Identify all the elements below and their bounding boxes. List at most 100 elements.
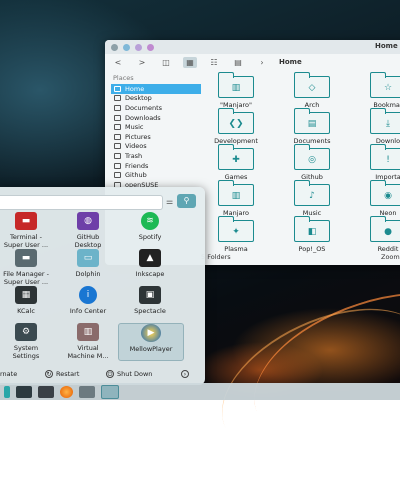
- application-launcher: ⚌ ⚲ ▬ Terminal - Super User ... ◍ GitHub De…: [0, 187, 205, 385]
- sidebar-item-pictures[interactable]: Pictures: [111, 132, 201, 142]
- app-label: MellowPlayer: [129, 345, 173, 353]
- arch-folder-icon: ◇: [293, 72, 330, 98]
- folder-item[interactable]: ❮❯ Development: [208, 108, 264, 145]
- launcher-app-item[interactable]: i Info Center: [56, 286, 120, 322]
- folder-item[interactable]: ◉ Neon: [360, 180, 400, 217]
- icon-view-button[interactable]: ▦: [183, 56, 197, 68]
- status-bar: 5 Folders Zoom:: [201, 253, 400, 263]
- window-menu-icon[interactable]: [111, 43, 118, 51]
- filter-icon[interactable]: ⚌: [166, 197, 173, 206]
- folder-item[interactable]: ⤓ Downlo: [360, 108, 400, 145]
- file-manager-toolbar: < > ◫ ▦ ☷ ▤ › Home: [105, 54, 400, 70]
- sidebar-item-desktop[interactable]: Desktop: [111, 94, 201, 104]
- sidebar-item-trash[interactable]: Trash: [111, 151, 201, 161]
- launcher-app-item[interactable]: ▬ File Manager - Super User ...: [0, 249, 58, 286]
- search-input[interactable]: [0, 195, 163, 210]
- sidebar-item-home[interactable]: Home: [111, 84, 201, 94]
- launcher-app-item[interactable]: ▬ Terminal - Super User ...: [0, 212, 58, 249]
- shutdown-button[interactable]: ⏻ Shut Down: [106, 370, 152, 378]
- launcher-app-item[interactable]: ▲ Inkscape: [118, 249, 182, 285]
- launcher-app-item[interactable]: ▥ Virtual Machine M...: [56, 323, 120, 360]
- sidebar-item-label: Home: [125, 84, 145, 93]
- launcher-button[interactable]: [4, 385, 10, 398]
- sidebar-item-downloads[interactable]: Downloads: [111, 113, 201, 123]
- sidebar-item-label: Downloads: [125, 113, 161, 122]
- restart-label: Restart: [56, 370, 80, 378]
- sidebar-item-github[interactable]: Github: [111, 170, 201, 180]
- launcher-app-item[interactable]: ▣ Spectacle: [118, 286, 182, 322]
- folder-item[interactable]: ▥ "Manjaro": [208, 72, 264, 109]
- folder-label: Arch: [304, 101, 320, 109]
- folder-emblem-icon: ▥: [231, 83, 241, 93]
- github-desktop-icon: ◍: [77, 212, 99, 230]
- system-settings-icon: ⚙: [15, 323, 37, 341]
- more-button[interactable]: ›: [181, 370, 189, 378]
- folder-label: Documents: [293, 137, 331, 145]
- launcher-app-item[interactable]: ▶ MellowPlayer: [118, 323, 184, 361]
- compact-view-button[interactable]: ☷: [207, 57, 221, 68]
- folder-label: Pop!_OS: [298, 245, 326, 253]
- sidebar-item-label: Trash: [125, 151, 143, 160]
- folder-emblem-icon: ◉: [384, 191, 392, 201]
- close-button[interactable]: [147, 43, 154, 51]
- app-label: GitHub Desktop: [74, 233, 102, 249]
- konsole-task-icon[interactable]: [38, 385, 54, 398]
- back-button[interactable]: <: [111, 57, 125, 68]
- app-label: Inkscape: [135, 270, 165, 278]
- folder-item[interactable]: ◧ Pop!_OS: [284, 216, 340, 253]
- launcher-app-item[interactable]: ◍ GitHub Desktop: [56, 212, 120, 249]
- maximize-button[interactable]: [135, 43, 142, 51]
- sidebar-item-videos[interactable]: Videos: [111, 142, 201, 152]
- folder-item[interactable]: ✦ Plasma: [208, 216, 264, 253]
- folder-label: Music: [302, 209, 322, 217]
- files-task-icon[interactable]: [79, 385, 95, 398]
- folder-item[interactable]: ▥ Manjaro: [208, 180, 264, 217]
- breadcrumb[interactable]: Home: [279, 58, 302, 66]
- app-label: Terminal - Super User ...: [3, 233, 49, 249]
- details-view-button[interactable]: ▤: [231, 57, 245, 68]
- split-view-icon[interactable]: ◫: [159, 57, 173, 68]
- window-titlebar[interactable]: Home -: [105, 40, 400, 54]
- terminal-task-icon[interactable]: [16, 385, 32, 398]
- launcher-app-item[interactable]: ≋ Spotify: [118, 212, 182, 248]
- hibernate-label: ernate: [0, 370, 18, 378]
- shutdown-label: Shut Down: [117, 370, 153, 378]
- info-center-icon: i: [79, 286, 97, 304]
- app-label: File Manager - Super User ...: [3, 270, 49, 286]
- folder-emblem-icon: !: [386, 155, 390, 165]
- spectacle-icon: ▣: [139, 286, 161, 304]
- launcher-app-item[interactable]: ⚙ System Settings: [0, 323, 58, 360]
- sidebar-item-friends[interactable]: Friends: [111, 161, 201, 171]
- folder-emblem-icon: ❮❯: [228, 119, 244, 129]
- launcher-app-item[interactable]: ▭ Dolphin: [56, 249, 120, 285]
- folder-item[interactable]: ♪ Music: [284, 180, 340, 217]
- folder-label: Reddit: [377, 245, 399, 253]
- folder-emblem-icon: ▥: [231, 191, 241, 201]
- trash-icon: [114, 152, 121, 159]
- folder-item[interactable]: ✚ Games: [208, 144, 264, 181]
- folder-emblem-icon: ✦: [232, 227, 240, 237]
- launcher-app-item[interactable]: ▦ KCalc: [0, 286, 58, 322]
- sidebar-item-documents[interactable]: Documents: [111, 103, 201, 113]
- minimize-button[interactable]: [123, 43, 130, 51]
- folder-item[interactable]: ▤ Documents: [284, 108, 340, 145]
- forward-button[interactable]: >: [135, 57, 149, 68]
- hibernate-button[interactable]: ernate: [0, 370, 17, 378]
- folder-item[interactable]: ◎ Github: [284, 144, 340, 181]
- restart-button[interactable]: ↻ Restart: [45, 370, 79, 378]
- sidebar-item-label: Desktop: [125, 94, 152, 103]
- sidebar-item-music[interactable]: Music: [111, 122, 201, 132]
- home-icon: [114, 85, 121, 92]
- file-manager-icon: ▬: [15, 249, 37, 267]
- firefox-icon[interactable]: [60, 385, 73, 398]
- folder-item[interactable]: ☆ Bookmar: [360, 72, 400, 109]
- places-panel: Places Home Desktop Documents Downloads Musi…: [111, 72, 201, 190]
- pin-button[interactable]: ⚲: [177, 194, 196, 208]
- folder-item[interactable]: ! Importa: [360, 144, 400, 181]
- folder-item[interactable]: ◇ Arch: [284, 72, 340, 109]
- dolphin-task-icon[interactable]: [101, 384, 119, 399]
- documents-icon: [114, 104, 121, 111]
- plasma-folder-icon: ✦: [217, 216, 254, 242]
- pictures-icon: [114, 133, 121, 140]
- folder-item[interactable]: ● Reddit: [360, 216, 400, 253]
